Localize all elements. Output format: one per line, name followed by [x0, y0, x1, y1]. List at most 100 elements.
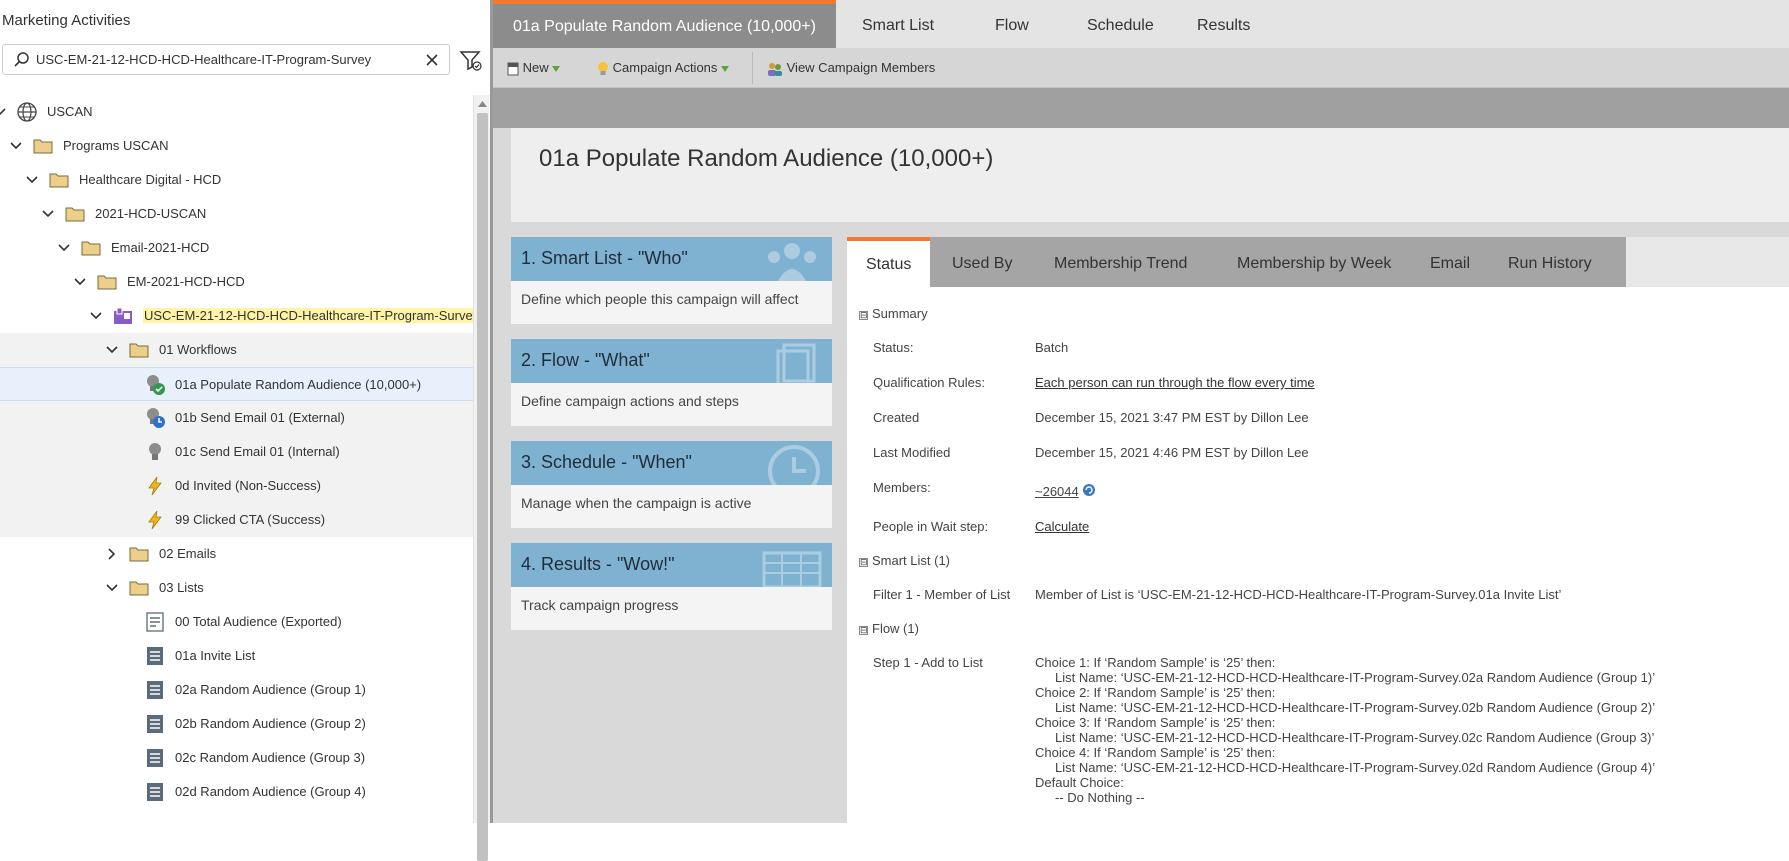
tree-item[interactable]: 02 Emails [0, 537, 473, 571]
members-label: Members: [873, 480, 931, 495]
batch-campaign-scheduled-icon [144, 407, 166, 429]
collapse-icon[interactable]: ⊟ [859, 626, 868, 635]
tree-item-label: USCAN [47, 104, 93, 119]
calculate-link[interactable]: Calculate [1035, 519, 1089, 534]
batch-campaign-icon [144, 441, 166, 463]
tree-item[interactable]: 01 Workflows [0, 333, 473, 367]
tree-item[interactable]: 00 Total Audience (Exported) [0, 605, 473, 639]
flow-step-details: Choice 1: If ‘Random Sample’ is ‘25’ the… [1035, 655, 1655, 805]
flow-choice-line: Choice 1: If ‘Random Sample’ is ‘25’ the… [1035, 655, 1276, 670]
tab-status[interactable]: Status [847, 237, 931, 287]
view-campaign-members-label: View Campaign Members [786, 60, 936, 75]
tree-item[interactable]: Email-2021-HCD [0, 231, 473, 265]
tab-email[interactable]: Email [1411, 237, 1489, 287]
folder-icon [128, 339, 150, 361]
card-results[interactable]: 4. Results - "Wow!" Track campaign progr… [511, 543, 832, 630]
tree-item-label: Email-2021-HCD [111, 240, 210, 255]
tree-item[interactable]: 01b Send Email 01 (External) [0, 401, 473, 435]
collapse-icon[interactable]: ⊟ [859, 558, 868, 567]
tree-item[interactable]: Programs USCAN [0, 129, 473, 163]
tree-item[interactable]: 01a Invite List [0, 639, 473, 673]
scrollbar-thumb[interactable] [477, 113, 488, 861]
campaign-actions-button[interactable]: Campaign Actions [597, 48, 730, 88]
tree-item[interactable]: 02b Random Audience (Group 2) [0, 707, 473, 741]
scroll-up-icon[interactable] [478, 101, 487, 107]
tree-item-label: USC-EM-21-12-HCD-HCD-Healthcare-IT-Progr… [143, 308, 473, 323]
card-schedule[interactable]: 3. Schedule - "When" Manage when the cam… [511, 441, 832, 528]
tree-search-input[interactable]: USC-EM-21-12-HCD-HCD-Healthcare-IT-Progr… [2, 44, 450, 75]
tab-membership-trend[interactable]: Membership Trend [1035, 237, 1206, 287]
chevron-down-icon[interactable] [0, 104, 8, 120]
tree-item[interactable]: EM-2021-HCD-HCD [0, 265, 473, 299]
people-icon [768, 243, 816, 281]
tree-item[interactable]: 02a Random Audience (Group 1) [0, 673, 473, 707]
card-description: Track campaign progress [521, 597, 679, 613]
chevron-down-icon[interactable] [88, 308, 104, 324]
chevron-down-icon[interactable] [104, 342, 120, 358]
tree-item[interactable]: 01a Populate Random Audience (10,000+) [0, 367, 473, 401]
tab-flow[interactable]: Flow [975, 0, 1049, 48]
card-smart-list[interactable]: 1. Smart List - "Who" Define which peopl… [511, 237, 832, 324]
list-icon [144, 713, 166, 735]
tree-item-label: 2021-HCD-USCAN [95, 206, 207, 221]
clock-icon [768, 445, 820, 485]
tab-schedule[interactable]: Schedule [1067, 0, 1174, 48]
chevron-right-icon[interactable] [104, 546, 120, 562]
qualification-rules-link[interactable]: Each person can run through the flow eve… [1035, 375, 1315, 390]
tree-item[interactable]: 02c Random Audience (Group 3) [0, 741, 473, 775]
refresh-icon[interactable] [1082, 483, 1096, 497]
marketing-activities-panel: Marketing Activities USC-EM-21-12-HCD-HC… [0, 0, 490, 861]
flow-section-toggle[interactable]: ⊟ Flow (1) [859, 621, 919, 636]
filter-label: Filter 1 - Member of List [873, 587, 1011, 602]
tree-item[interactable]: 99 Clicked CTA (Success) [0, 503, 473, 537]
tree-item-label: 99 Clicked CTA (Success) [175, 512, 326, 527]
tab-run-history[interactable]: Run History [1489, 237, 1611, 287]
folder-icon [128, 577, 150, 599]
card-header[interactable]: 4. Results - "Wow!" [511, 543, 832, 587]
collapse-icon[interactable]: ⊟ [859, 311, 868, 320]
flow-list-name-line: List Name: ‘USC-EM-21-12-HCD-HCD-Healthc… [1055, 670, 1656, 685]
status-detail-panel: Status Used By Membership Trend Membersh… [847, 237, 1789, 823]
tab-results[interactable]: Results [1177, 0, 1270, 48]
chevron-down-icon[interactable] [24, 172, 40, 188]
tree-scrollbar[interactable] [473, 95, 490, 861]
tab-membership-by-week[interactable]: Membership by Week [1218, 237, 1410, 287]
toolbar: New Campaign Actions View Campaign Membe… [493, 48, 1789, 88]
status-label: Status: [873, 340, 914, 355]
tab-used-by[interactable]: Used By [933, 237, 1031, 287]
chevron-down-icon[interactable] [40, 206, 56, 222]
tree-item[interactable]: USCAN [0, 95, 473, 129]
list-icon [144, 747, 166, 769]
flow-choice-line: Choice 3: If ‘Random Sample’ is ‘25’ the… [1035, 715, 1276, 730]
tree-item[interactable]: 02d Random Audience (Group 4) [0, 775, 473, 809]
members-count-link[interactable]: ~26044 [1035, 484, 1079, 499]
header-band [493, 88, 1789, 128]
chevron-down-icon[interactable] [72, 274, 88, 290]
chevron-down-icon[interactable] [8, 138, 24, 154]
card-header[interactable]: 2. Flow - "What" [511, 339, 832, 383]
tree-item[interactable]: 03 Lists [0, 571, 473, 605]
qualification-rules-label: Qualification Rules: [873, 375, 985, 390]
tree-item[interactable]: 2021-HCD-USCAN [0, 197, 473, 231]
summary-section-toggle[interactable]: ⊟ Summary [859, 306, 928, 321]
activity-tree: USCAN Programs USCAN Healthcare Digital - … [0, 95, 473, 823]
tree-item[interactable]: USC-EM-21-12-HCD-HCD-Healthcare-IT-Progr… [0, 299, 473, 333]
chevron-down-icon[interactable] [56, 240, 72, 256]
tab-smart-list[interactable]: Smart List [842, 0, 954, 48]
search-value[interactable]: USC-EM-21-12-HCD-HCD-Healthcare-IT-Progr… [36, 52, 371, 67]
tree-item-label: 03 Lists [159, 580, 204, 595]
campaign-actions-label: Campaign Actions [612, 60, 718, 75]
card-flow[interactable]: 2. Flow - "What" Define campaign actions… [511, 339, 832, 426]
chevron-down-icon[interactable] [104, 580, 120, 596]
card-header[interactable]: 1. Smart List - "Who" [511, 237, 832, 281]
tab-campaign-overview[interactable]: 01a Populate Random Audience (10,000+) [493, 0, 836, 48]
new-button[interactable]: New [507, 48, 561, 88]
tree-item[interactable]: Healthcare Digital - HCD [0, 163, 473, 197]
tree-item[interactable]: 0d Invited (Non-Success) [0, 469, 473, 503]
tree-item[interactable]: 01c Send Email 01 (Internal) [0, 435, 473, 469]
card-header[interactable]: 3. Schedule - "When" [511, 441, 832, 485]
view-campaign-members-button[interactable]: View Campaign Members [767, 48, 935, 88]
filter-icon[interactable] [458, 47, 484, 73]
smart-list-section-toggle[interactable]: ⊟ Smart List (1) [859, 553, 950, 568]
clear-search-icon[interactable] [421, 49, 443, 71]
